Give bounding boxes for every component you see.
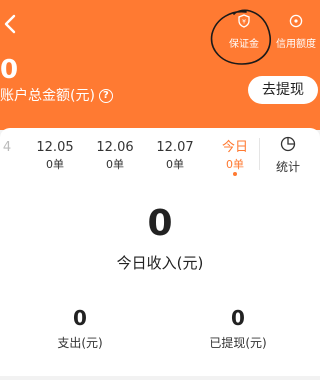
account-balance-label-row: 账户总金额(元) ? bbox=[0, 88, 113, 104]
divider bbox=[259, 138, 260, 170]
chevron-left-icon bbox=[4, 14, 16, 34]
date-label: 4 bbox=[2, 140, 12, 155]
back-button[interactable] bbox=[4, 14, 20, 38]
withdrawn-label: 已提现(元) bbox=[209, 336, 267, 350]
date-selector: 4 12.05 0单 12.06 0单 12.07 0单 今日 0单 统计 bbox=[0, 128, 320, 180]
withdrawn-value: 0 bbox=[231, 306, 245, 330]
deposit-label: 保证金 bbox=[229, 39, 259, 50]
date-tab-1206[interactable]: 12.06 0单 bbox=[90, 140, 140, 172]
date-tab-1205[interactable]: 12.05 0单 bbox=[30, 140, 80, 172]
pie-chart-icon bbox=[280, 136, 296, 152]
help-icon[interactable]: ? bbox=[98, 89, 113, 103]
deposit-button[interactable]: ¥ 保证金 bbox=[214, 14, 274, 51]
date-label: 12.06 bbox=[96, 140, 134, 155]
expense-label: 支出(元) bbox=[57, 336, 103, 350]
account-balance-value: 0 bbox=[0, 55, 19, 85]
expense-stat: 0 支出(元) bbox=[30, 306, 130, 350]
date-label: 今日 bbox=[221, 140, 248, 155]
svg-text:¥: ¥ bbox=[242, 19, 246, 26]
date-label: 12.07 bbox=[156, 140, 194, 155]
date-tab-today[interactable]: 今日 0单 bbox=[210, 140, 260, 176]
date-tab-1207[interactable]: 12.07 0单 bbox=[150, 140, 200, 172]
order-count: 0单 bbox=[106, 158, 124, 171]
expense-value: 0 bbox=[73, 306, 87, 330]
today-income-value: 0 bbox=[147, 203, 173, 244]
credit-limit-label: 信用额度 bbox=[276, 39, 316, 50]
order-count: 0单 bbox=[226, 158, 244, 171]
order-count: 0单 bbox=[166, 158, 184, 171]
today-income-label: 今日收入(元) bbox=[116, 254, 204, 272]
income-card: 4 12.05 0单 12.06 0单 12.07 0单 今日 0单 统计 0 bbox=[0, 128, 320, 376]
order-count: 0单 bbox=[46, 158, 64, 171]
credit-limit-button[interactable]: 信用额度 bbox=[266, 14, 320, 51]
statistics-button[interactable]: 统计 bbox=[264, 136, 312, 175]
date-label: 12.05 bbox=[36, 140, 74, 155]
statistics-label: 统计 bbox=[275, 160, 300, 174]
header: ¥ 保证金 信用额度 0 账户总金额(元) ? 去提现 bbox=[0, 0, 320, 130]
withdrawn-stat: 0 已提现(元) bbox=[188, 306, 288, 350]
credit-circle-icon bbox=[289, 14, 303, 28]
shield-icon: ¥ bbox=[238, 14, 250, 28]
withdraw-button[interactable]: 去提现 bbox=[248, 76, 318, 104]
selected-indicator bbox=[233, 172, 237, 176]
date-tab-partial[interactable]: 4 bbox=[0, 140, 32, 156]
account-balance-label: 账户总金额(元) bbox=[0, 88, 95, 104]
